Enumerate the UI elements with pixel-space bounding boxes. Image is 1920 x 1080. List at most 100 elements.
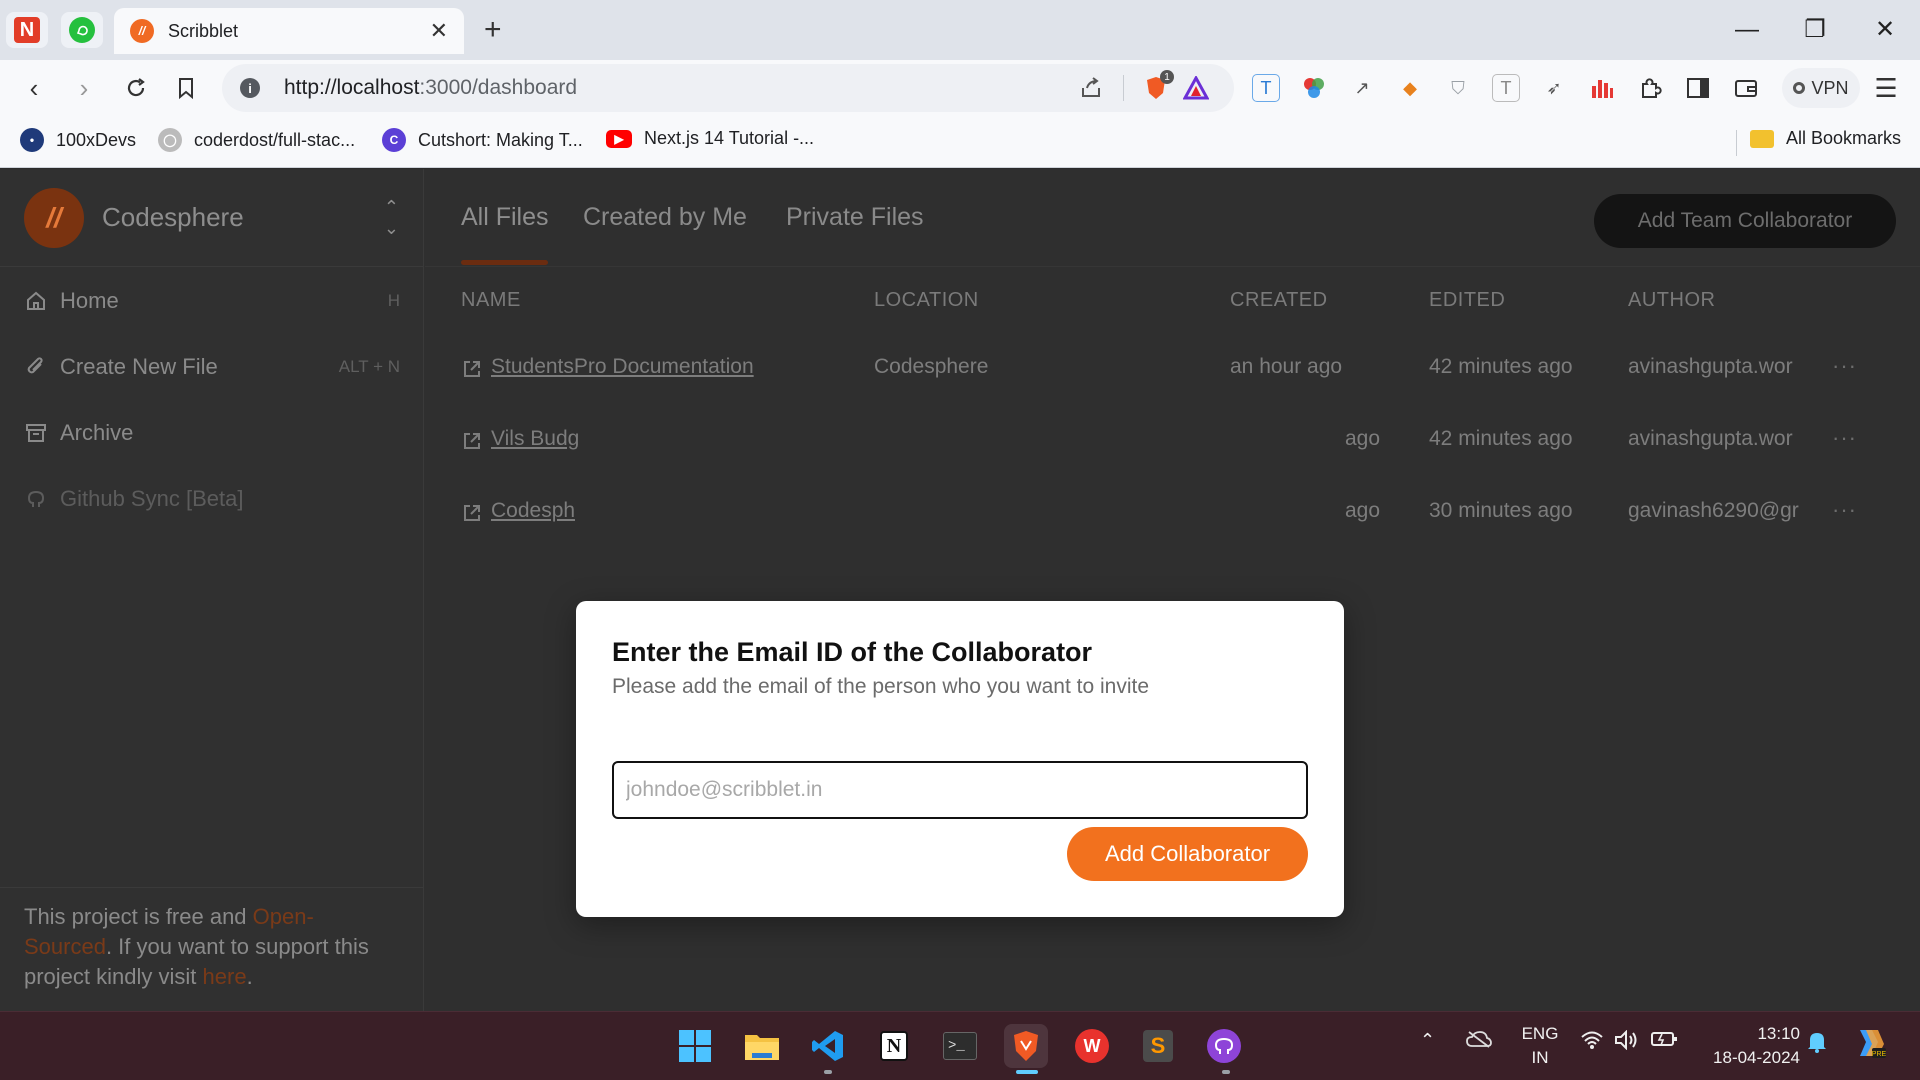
sidebar-item-archive[interactable]: Archive xyxy=(24,413,400,453)
file-author: gavinash6290@gr xyxy=(1628,499,1799,522)
open-external-ext-icon[interactable]: ↗ xyxy=(1348,74,1376,102)
browser-tab-active[interactable]: // Scribblet ✕ xyxy=(114,8,464,54)
sidebar-item-github-sync[interactable]: Github Sync [Beta] xyxy=(24,479,400,519)
copilot-icon[interactable]: PRE xyxy=(1852,1026,1887,1065)
column-header-location[interactable]: LOCATION xyxy=(874,289,979,312)
wps-icon[interactable]: W xyxy=(1070,1024,1114,1068)
row-menu-icon[interactable]: ··· xyxy=(1832,425,1857,451)
extensions-puzzle-icon[interactable] xyxy=(1636,74,1664,102)
volume-icon[interactable] xyxy=(1614,1029,1640,1055)
active-tab-indicator xyxy=(461,260,548,265)
github-desktop-glyph xyxy=(1207,1029,1241,1063)
vscode-icon[interactable] xyxy=(806,1024,850,1068)
menu-icon[interactable]: ☰ xyxy=(1866,68,1906,108)
support-link[interactable]: here xyxy=(203,964,247,989)
file-explorer-icon[interactable] xyxy=(740,1024,784,1068)
vpn-button[interactable]: VPN xyxy=(1782,68,1860,108)
new-tab-button[interactable]: + xyxy=(484,12,502,48)
minimize-icon[interactable]: — xyxy=(1722,10,1772,50)
external-link-icon xyxy=(464,505,480,521)
add-collaborator-dialog: Enter the Email ID of the Collaborator P… xyxy=(576,601,1344,917)
bookmark-item[interactable]: ◯ coderdost/full-stac... xyxy=(158,128,355,152)
sidebar-item-home[interactable]: Home H xyxy=(24,281,400,321)
text-ext-icon[interactable]: T xyxy=(1492,74,1520,102)
collaborator-email-input[interactable] xyxy=(612,761,1308,819)
row-menu-icon[interactable]: ··· xyxy=(1832,497,1857,523)
notion-glyph: N xyxy=(880,1031,908,1061)
external-link-icon xyxy=(464,433,480,449)
wifi-icon[interactable] xyxy=(1580,1030,1604,1055)
translate-ext-icon[interactable]: T xyxy=(1252,74,1280,102)
column-header-name[interactable]: NAME xyxy=(461,289,521,312)
battery-icon[interactable] xyxy=(1650,1030,1678,1053)
terminal-icon[interactable]: >_ xyxy=(938,1024,982,1068)
tab-all-files[interactable]: All Files xyxy=(461,203,549,232)
bookmark-label: Next.js 14 Tutorial -... xyxy=(644,128,815,148)
metamask-icon[interactable]: ◆ xyxy=(1396,74,1424,102)
restore-icon[interactable]: ❐ xyxy=(1790,10,1840,50)
brave-taskbar-icon[interactable] xyxy=(1004,1024,1048,1068)
forward-icon[interactable]: › xyxy=(64,68,104,108)
address-bar[interactable]: i http://localhost:3000/dashboard 1 xyxy=(222,64,1234,112)
sidebar-item-label: Archive xyxy=(60,420,134,445)
pinned-tab-whatsapp[interactable] xyxy=(61,12,103,48)
add-collaborator-button[interactable]: Add Collaborator xyxy=(1067,827,1308,881)
sidebar-item-label: Github Sync [Beta] xyxy=(60,486,244,511)
file-name-link[interactable]: Codesph xyxy=(491,499,575,523)
workspace-switcher[interactable]: // Codesphere ⌃ ⌄ xyxy=(0,169,423,267)
brave-shields-icon[interactable]: 1 xyxy=(1136,68,1176,108)
all-bookmarks-button[interactable]: All Bookmarks xyxy=(1750,128,1901,149)
add-team-collaborator-button[interactable]: Add Team Collaborator xyxy=(1594,194,1896,248)
file-edited: 30 minutes ago xyxy=(1429,499,1573,522)
stats-ext-icon[interactable] xyxy=(1588,74,1616,102)
chevron-updown-icon: ⌃ ⌄ xyxy=(383,196,399,238)
footer-text: . xyxy=(246,964,253,989)
archive-icon xyxy=(24,421,48,445)
notion-icon[interactable]: N xyxy=(872,1024,916,1068)
reload-icon[interactable] xyxy=(116,68,156,108)
whatsapp-icon xyxy=(69,17,95,43)
url-text[interactable]: http://localhost:3000/dashboard xyxy=(284,76,1071,100)
onedrive-icon[interactable] xyxy=(1466,1030,1492,1053)
sidebar-item-create-new-file[interactable]: Create New File ALT + N xyxy=(24,347,400,387)
column-header-created[interactable]: CREATED xyxy=(1230,289,1328,312)
share-icon[interactable] xyxy=(1071,68,1111,108)
sublime-icon[interactable]: S xyxy=(1136,1024,1180,1068)
chevron-up-icon[interactable]: ⌃ xyxy=(1420,1030,1435,1051)
shields-badge: 1 xyxy=(1160,70,1174,84)
file-created: ago xyxy=(1345,499,1381,522)
scribblet-app: // Codesphere ⌃ ⌄ Home H Create New File … xyxy=(0,169,1920,1011)
bookmark-item[interactable]: C Cutshort: Making T... xyxy=(382,128,583,152)
brave-rewards-icon[interactable] xyxy=(1176,68,1216,108)
notification-bell-icon[interactable] xyxy=(1806,1030,1828,1059)
bookmark-item[interactable]: ▶ Next.js 14 Tutorial -... xyxy=(606,128,814,149)
language-code: ENG xyxy=(1521,1024,1559,1043)
system-clock[interactable]: 13:10 18-04-2024 xyxy=(1700,1022,1800,1070)
bookmark-item[interactable]: • 100xDevs xyxy=(20,128,136,152)
wallet-icon[interactable] xyxy=(1732,74,1760,102)
external-link-icon xyxy=(464,361,480,377)
close-tab-icon[interactable]: ✕ xyxy=(430,18,448,44)
row-menu-icon[interactable]: ··· xyxy=(1832,353,1857,379)
dialog-subtitle: Please add the email of the person who y… xyxy=(612,675,1149,698)
tab-private-files[interactable]: Private Files xyxy=(786,203,924,232)
language-indicator[interactable]: ENG IN xyxy=(1512,1022,1568,1070)
column-header-author[interactable]: AUTHOR xyxy=(1628,289,1715,312)
color-picker-ext-icon[interactable] xyxy=(1300,74,1328,102)
vpn-label: VPN xyxy=(1811,77,1849,98)
start-icon[interactable] xyxy=(673,1024,717,1068)
site-info-icon[interactable]: i xyxy=(240,78,260,98)
cursor-ext-icon[interactable]: ➶ xyxy=(1540,74,1568,102)
file-name-link[interactable]: StudentsPro Documentation xyxy=(491,355,754,379)
file-name-link[interactable]: Vils Budg xyxy=(491,427,579,451)
youtube-icon: ▶ xyxy=(606,129,632,148)
sidebar-toggle-icon[interactable] xyxy=(1684,74,1712,102)
back-icon[interactable]: ‹ xyxy=(14,68,54,108)
bookmark-icon[interactable] xyxy=(166,68,206,108)
shield-ext-icon[interactable]: ⛉ xyxy=(1444,74,1472,102)
pinned-tab-netflix[interactable]: N xyxy=(6,12,48,48)
github-desktop-icon[interactable] xyxy=(1202,1024,1246,1068)
tab-created-by-me[interactable]: Created by Me xyxy=(583,203,747,232)
close-window-icon[interactable]: ✕ xyxy=(1860,10,1910,50)
column-header-edited[interactable]: EDITED xyxy=(1429,289,1505,312)
